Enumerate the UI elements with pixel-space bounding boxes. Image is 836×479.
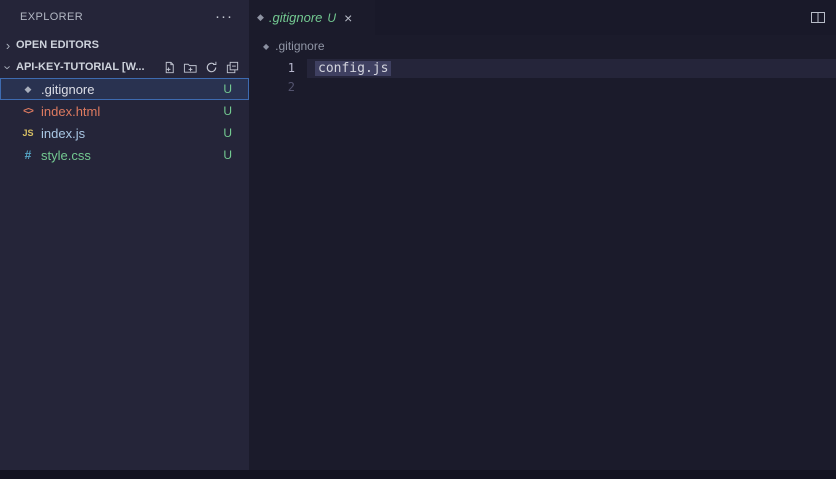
css-file-icon: #	[24, 148, 32, 162]
tab-git-badge: U	[327, 10, 337, 25]
git-status-badge: U	[223, 148, 232, 162]
breadcrumb-item: .gitignore	[275, 39, 325, 53]
new-file-icon[interactable]	[160, 58, 178, 76]
file-name: index.html	[41, 103, 101, 119]
open-editors-label: OPEN EDITORS	[16, 39, 99, 51]
tab-gitignore[interactable]: ◆ .gitignore U ×	[249, 0, 375, 35]
explorer-title: EXPLORER	[20, 11, 84, 23]
chevron-right-icon: ›	[5, 37, 11, 53]
split-editor-icon[interactable]	[810, 10, 826, 30]
code-editor[interactable]: 1 config.js 2	[249, 57, 836, 97]
workspace-section[interactable]: › API-KEY-TUTORIAL [W...	[0, 56, 249, 78]
code-text: config.js	[315, 59, 392, 78]
line-number: 2	[287, 80, 295, 94]
code-line-2[interactable]: 2	[249, 78, 836, 97]
file-name: style.css	[41, 147, 91, 163]
js-file-icon: JS	[22, 128, 34, 138]
file-row-index-js[interactable]: JS index.js U	[0, 122, 249, 144]
git-status-badge: U	[223, 126, 232, 140]
file-name: .gitignore	[41, 81, 95, 97]
refresh-icon[interactable]	[202, 58, 220, 76]
tab-label: .gitignore	[268, 10, 323, 25]
breadcrumb[interactable]: ◆ .gitignore	[249, 35, 836, 57]
gitignore-file-icon: ◆	[24, 83, 32, 94]
gitignore-file-icon: ◆	[257, 12, 264, 22]
line-number: 1	[287, 61, 295, 75]
html-file-icon: <>	[23, 105, 34, 117]
workspace-label: API-KEY-TUTORIAL [W...	[16, 61, 145, 73]
file-list: ◆ .gitignore U <> index.html U JS index.…	[0, 78, 249, 166]
git-status-badge: U	[223, 82, 232, 96]
editor-area: ◆ .gitignore U × ◆ .gitignore 1 config.j…	[249, 0, 836, 470]
explorer-sidebar: EXPLORER ··· › OPEN EDITORS › API-KEY-TU…	[0, 0, 249, 470]
chevron-down-icon: ›	[0, 64, 16, 70]
new-folder-icon[interactable]	[181, 58, 199, 76]
collapse-all-icon[interactable]	[223, 58, 241, 76]
bottom-strip	[0, 470, 836, 479]
workspace-actions	[160, 58, 249, 76]
file-row-index-html[interactable]: <> index.html U	[0, 100, 249, 122]
more-actions-icon[interactable]: ···	[215, 9, 233, 24]
gitignore-file-icon: ◆	[263, 41, 270, 51]
explorer-header: EXPLORER ···	[0, 0, 249, 34]
file-name: index.js	[41, 125, 86, 141]
file-row-gitignore[interactable]: ◆ .gitignore U	[0, 78, 249, 100]
open-editors-section[interactable]: › OPEN EDITORS	[0, 34, 249, 56]
close-icon[interactable]: ×	[344, 11, 352, 25]
code-line-1[interactable]: 1 config.js	[249, 59, 836, 78]
git-status-badge: U	[223, 104, 232, 118]
tab-bar: ◆ .gitignore U ×	[249, 0, 836, 35]
file-row-style-css[interactable]: # style.css U	[0, 144, 249, 166]
